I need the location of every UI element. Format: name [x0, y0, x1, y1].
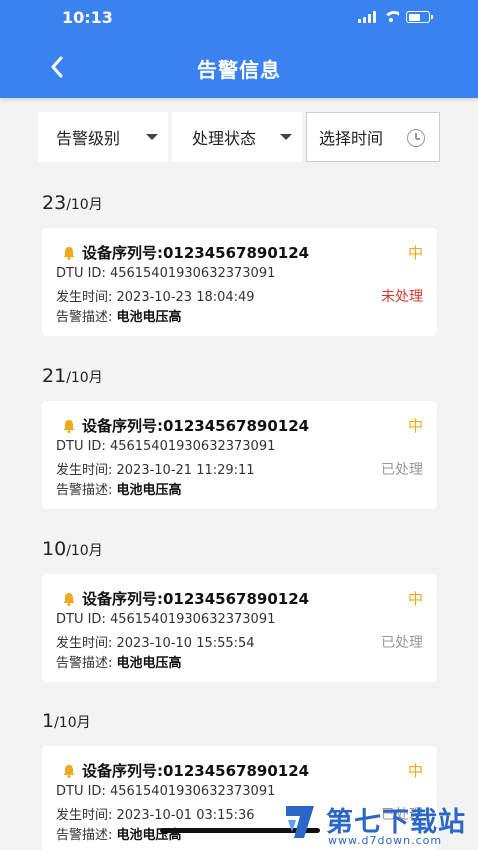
occur-time: 发生时间: 2023-10-23 18:04:49 [56, 290, 255, 305]
watermark-logo-icon [286, 806, 314, 838]
alarm-description: 告警描述: 电池电压高 [56, 824, 182, 843]
dtu-id: DTU ID: 45615401930632373091 [56, 439, 276, 454]
occur-time: 发生时间: 2023-10-21 11:29:11 [56, 463, 255, 478]
dtu-id: DTU ID: 45615401930632373091 [56, 612, 276, 627]
alarm-description-value: 电池电压高 [116, 656, 182, 671]
date-header: 23/10月 [42, 192, 103, 214]
page-title: 告警信息 [197, 58, 281, 82]
process-status-filter[interactable]: 处理状态 [172, 112, 302, 162]
process-status-label: 处理状态 [192, 129, 257, 148]
nav-bar: 告警信息 [0, 36, 478, 98]
clock-icon [407, 129, 425, 147]
alarm-card[interactable]: 设备序列号:01234567890124 中 DTU ID: 456154019… [42, 574, 437, 682]
wifi-icon [383, 11, 399, 23]
date-month: /10月 [54, 715, 91, 731]
date-day: 23 [42, 192, 67, 214]
date-month: /10月 [66, 543, 103, 559]
alarm-level-badge: 中 [407, 762, 423, 780]
status-bar: 10:13 [0, 0, 478, 36]
device-serial: 设备序列号:01234567890124 [82, 762, 310, 780]
bell-icon [63, 593, 75, 606]
signal-icon [358, 11, 376, 23]
device-serial: 设备序列号:01234567890124 [82, 590, 310, 608]
process-status-badge: 已处理 [381, 462, 423, 478]
date-header: 1/10月 [42, 710, 91, 732]
caret-down-icon [280, 134, 292, 140]
time-picker-label: 选择时间 [319, 129, 384, 148]
alarm-description: 告警描述: 电池电压高 [56, 306, 182, 325]
watermark: 第七下载站 www.d7down.com [282, 800, 478, 850]
date-day: 1 [42, 710, 55, 732]
alarm-description: 告警描述: 电池电压高 [56, 479, 182, 498]
process-status-badge: 已处理 [381, 635, 423, 651]
bell-icon [63, 247, 75, 260]
bell-icon [63, 420, 75, 433]
dtu-id: DTU ID: 45615401930632373091 [56, 266, 276, 281]
date-day: 10 [42, 538, 67, 560]
occur-time: 发生时间: 2023-10-01 03:15:36 [56, 808, 255, 823]
bell-icon [63, 765, 75, 778]
date-header: 21/10月 [42, 365, 103, 387]
alarm-level-badge: 中 [407, 590, 423, 608]
alarm-description-label: 告警描述: [56, 310, 117, 325]
alarm-description-label: 告警描述: [56, 656, 117, 671]
alarm-level-badge: 中 [407, 417, 423, 435]
time-picker[interactable]: 选择时间 [306, 112, 440, 162]
alarm-card[interactable]: 设备序列号:01234567890124 中 DTU ID: 456154019… [42, 401, 437, 509]
alarm-card[interactable]: 设备序列号:01234567890124 中 DTU ID: 456154019… [42, 228, 437, 336]
status-icons [358, 11, 433, 23]
alarm-level-label: 告警级别 [56, 129, 121, 148]
date-day: 21 [42, 365, 67, 387]
date-header: 10/10月 [42, 538, 103, 560]
caret-down-icon [146, 134, 158, 140]
filter-bar: 告警级别 处理状态 选择时间 [38, 112, 440, 162]
battery-icon [406, 11, 433, 23]
alarm-description-value: 电池电压高 [116, 310, 182, 325]
occur-time: 发生时间: 2023-10-10 15:55:54 [56, 636, 255, 651]
alarm-description: 告警描述: 电池电压高 [56, 652, 182, 671]
alarm-level-badge: 中 [407, 244, 423, 262]
dtu-id: DTU ID: 45615401930632373091 [56, 784, 276, 799]
alarm-description-label: 告警描述: [56, 828, 117, 843]
status-time: 10:13 [62, 8, 113, 27]
process-status-badge: 未处理 [381, 289, 423, 305]
watermark-url: www.d7down.com [328, 834, 443, 847]
date-month: /10月 [66, 370, 103, 386]
device-serial: 设备序列号:01234567890124 [82, 244, 310, 262]
date-month: /10月 [66, 197, 103, 213]
alarm-description-label: 告警描述: [56, 483, 117, 498]
alarm-description-value: 电池电压高 [116, 483, 182, 498]
device-serial: 设备序列号:01234567890124 [82, 417, 310, 435]
alarm-level-filter[interactable]: 告警级别 [38, 112, 168, 162]
